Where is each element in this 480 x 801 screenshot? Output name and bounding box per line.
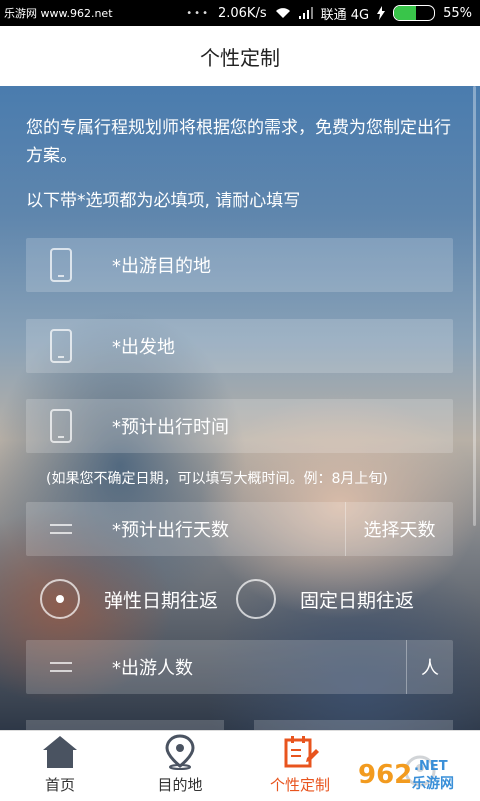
- net-speed: 2.06K/s: [217, 5, 267, 21]
- required-notice: 以下带*选项都为必填项, 请耐心填写: [26, 191, 301, 211]
- nav-destination[interactable]: 目的地: [120, 731, 240, 801]
- phone-icon: [50, 409, 72, 443]
- intro-description: 您的专属行程规划师将根据您的需求，免费为您制定出行方案。: [26, 118, 451, 166]
- travel-time-label: *预计出行时间: [112, 417, 229, 438]
- signal-icon: [298, 7, 313, 19]
- trip-type-options: 弹性日期往返 固定日期往返: [40, 576, 460, 622]
- departure-label: *出发地: [112, 337, 175, 358]
- battery-icon: [393, 5, 436, 21]
- home-icon: [43, 736, 77, 768]
- site-watermark: 乐游网 www.962.net: [4, 7, 113, 20]
- scrollbar[interactable]: [473, 86, 476, 526]
- people-unit: 人: [406, 640, 453, 694]
- flexible-date-label[interactable]: 弹性日期往返: [104, 586, 218, 613]
- phone-icon: [50, 329, 72, 363]
- nav-home[interactable]: 首页: [0, 731, 120, 801]
- battery-fill: [394, 6, 417, 20]
- site-logo-watermark: 962 .NET 乐游网: [348, 750, 476, 794]
- custom-trip-form[interactable]: 您的专属行程规划师将根据您的需求，免费为您制定出行方案。 以下带*选项都为必填项…: [0, 86, 480, 730]
- destination-label: *出游目的地: [112, 256, 211, 277]
- flexible-date-radio[interactable]: [40, 579, 80, 619]
- travel-days-label: *预计出行天数: [112, 520, 229, 541]
- select-days-button[interactable]: 选择天数: [345, 502, 453, 556]
- nav-custom-label: 个性定制: [269, 776, 330, 794]
- svg-text:.NET: .NET: [414, 759, 448, 774]
- radio-selected-dot: [56, 595, 64, 603]
- fixed-date-radio[interactable]: [236, 579, 277, 619]
- travel-time-field[interactable]: *预计出行时间: [26, 399, 453, 453]
- wifi-icon: [275, 8, 290, 18]
- phone-icon: [50, 248, 72, 282]
- nav-destination-label: 目的地: [157, 776, 203, 794]
- status-bar: 乐游网 www.962.net ••• 2.06K/s 联通 4G 55%: [0, 0, 480, 26]
- fixed-date-label[interactable]: 固定日期往返: [300, 586, 414, 613]
- carrier: 联通 4G: [320, 7, 370, 23]
- battery-percent: 55%: [443, 5, 472, 21]
- charging-icon: [377, 6, 386, 20]
- title-bar: 个性定制: [0, 26, 480, 86]
- menu-lines-icon: [50, 662, 72, 672]
- destination-field[interactable]: *出游目的地: [26, 238, 453, 292]
- menu-lines-icon: [50, 524, 72, 534]
- nav-custom[interactable]: 个性定制: [240, 731, 360, 801]
- partial-field-left[interactable]: [26, 720, 224, 730]
- nav-home-label: 首页: [44, 776, 75, 794]
- notification-dots-icon: •••: [186, 7, 210, 19]
- partial-field-right[interactable]: [254, 720, 453, 730]
- svg-text:962: 962: [358, 760, 412, 790]
- travel-days-field[interactable]: *预计出行天数 选择天数: [26, 502, 453, 556]
- people-count-field[interactable]: *出游人数 人: [26, 640, 453, 694]
- page-title: 个性定制: [200, 45, 280, 70]
- edit-calendar-icon: [284, 736, 319, 768]
- location-pin-icon: [165, 734, 195, 770]
- svg-text:乐游网: 乐游网: [412, 775, 454, 792]
- departure-field[interactable]: *出发地: [26, 319, 453, 373]
- date-hint: (如果您不确定日期，可以填写大概时间。例：8月上旬): [46, 471, 388, 487]
- people-count-label: *出游人数: [112, 658, 193, 679]
